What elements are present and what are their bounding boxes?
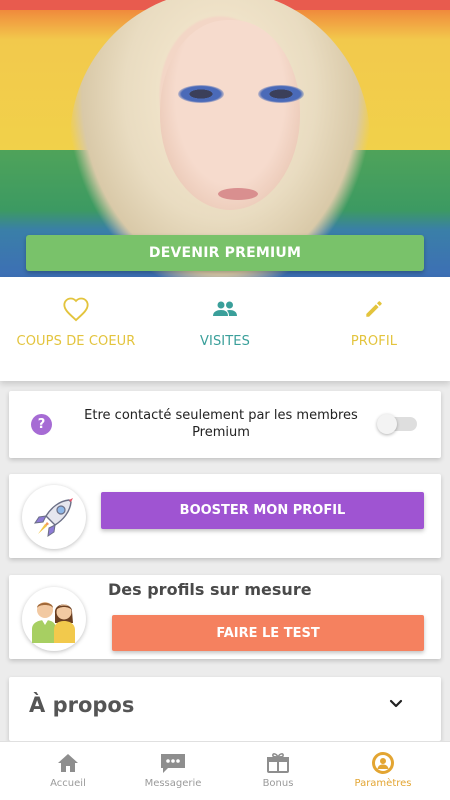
premium-contact-label: Etre contacté seulement par les membres … bbox=[84, 408, 358, 440]
chevron-down-icon[interactable] bbox=[388, 695, 404, 714]
profile-tabs: COUPS DE COEUR VISITES PROFIL bbox=[0, 277, 450, 381]
premium-contact-setting: ? Etre contacté seulement par les membre… bbox=[9, 391, 441, 458]
home-icon bbox=[57, 751, 79, 775]
nav-label: Accueil bbox=[50, 778, 86, 789]
heart-outline-icon bbox=[62, 295, 90, 323]
nav-label: Paramètres bbox=[354, 778, 412, 789]
rocket-icon bbox=[22, 485, 86, 549]
pencil-icon bbox=[363, 295, 385, 323]
nav-parametres[interactable]: Paramètres bbox=[330, 742, 436, 800]
photo-eye-right bbox=[258, 85, 304, 103]
custom-profiles-card: Des profils sur mesure FAIRE LE TEST bbox=[9, 575, 441, 659]
become-premium-button[interactable]: DEVENIR PREMIUM bbox=[26, 235, 424, 271]
boost-card: BOOSTER MON PROFIL bbox=[9, 474, 441, 558]
nav-accueil[interactable]: Accueil bbox=[15, 742, 121, 800]
people-icon bbox=[212, 295, 238, 323]
settings-icon bbox=[370, 751, 396, 775]
tab-coups-de-coeur[interactable]: COUPS DE COEUR bbox=[0, 277, 152, 381]
question-icon[interactable]: ? bbox=[31, 414, 52, 435]
take-test-button[interactable]: FAIRE LE TEST bbox=[112, 615, 424, 651]
custom-profiles-title: Des profils sur mesure bbox=[108, 580, 312, 599]
nav-bonus[interactable]: Bonus bbox=[225, 742, 331, 800]
premium-contact-toggle[interactable] bbox=[377, 414, 417, 434]
toggle-knob bbox=[377, 414, 397, 434]
gift-icon bbox=[266, 751, 290, 775]
chat-icon bbox=[159, 751, 187, 775]
boost-profile-button[interactable]: BOOSTER MON PROFIL bbox=[101, 492, 424, 529]
nav-label: Bonus bbox=[262, 778, 294, 789]
couple-icon bbox=[22, 587, 86, 651]
photo-eye-left bbox=[178, 85, 224, 103]
about-title: À propos bbox=[29, 693, 135, 717]
bottom-navigation: Accueil Messagerie Bonus Paramètres bbox=[0, 741, 450, 800]
nav-messagerie[interactable]: Messagerie bbox=[120, 742, 226, 800]
nav-label: Messagerie bbox=[144, 778, 202, 789]
tab-label: COUPS DE COEUR bbox=[16, 334, 136, 349]
tab-profil[interactable]: PROFIL bbox=[298, 277, 450, 381]
tab-label: PROFIL bbox=[350, 334, 398, 349]
tab-label: VISITES bbox=[200, 334, 250, 349]
photo-lips bbox=[218, 188, 258, 200]
tab-visites[interactable]: VISITES bbox=[150, 277, 300, 381]
photo-face bbox=[160, 20, 300, 210]
about-section[interactable]: À propos bbox=[9, 677, 441, 741]
